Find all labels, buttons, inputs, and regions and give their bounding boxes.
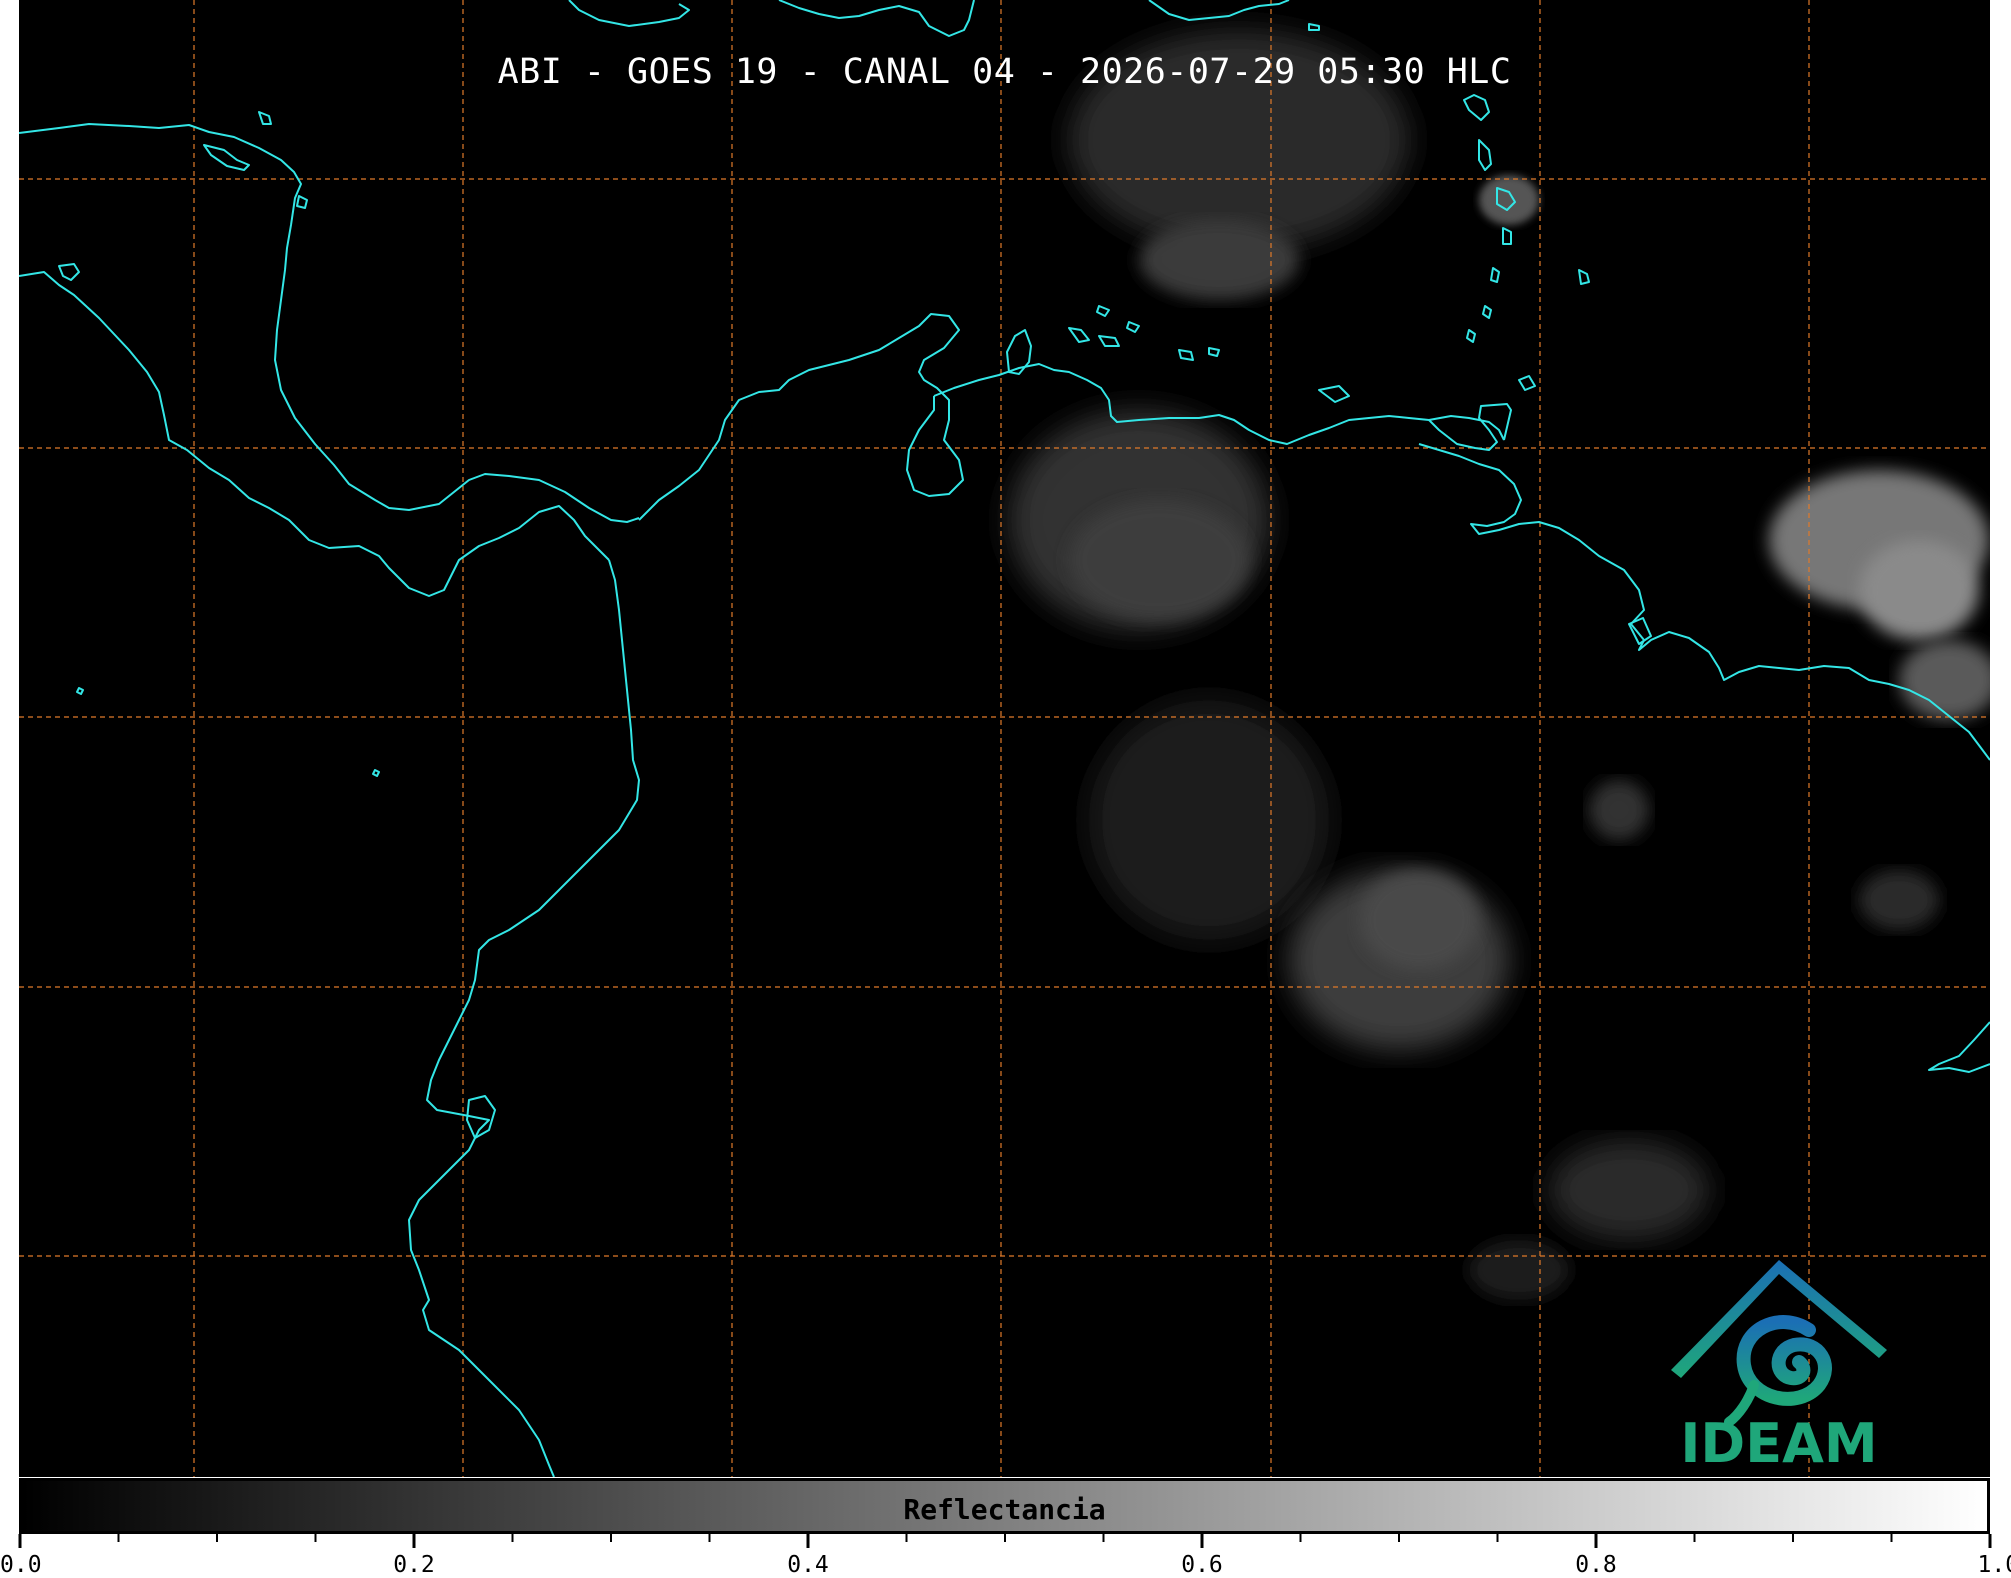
satellite-map: ABI - GOES 19 - CANAL 04 - 2026-07-29 05… — [19, 0, 1990, 1477]
ideam-logo-icon — [1671, 1260, 1887, 1427]
colorbar-tick-label: 0.0 — [0, 1552, 42, 1578]
colorbar-tick-label: 0.2 — [393, 1552, 435, 1578]
colorbar-tick-label: 0.4 — [787, 1552, 829, 1578]
cloud-layer — [1009, 30, 1990, 1300]
colorbar-tick-label: 0.8 — [1575, 1552, 1617, 1578]
colorbar-tick-label: 0.6 — [1181, 1552, 1223, 1578]
ideam-logo: IDEAM — [1659, 1250, 1899, 1475]
logo-text: IDEAM — [1680, 1412, 1878, 1475]
colorbar-tick-label: 1.0 — [1977, 1552, 2011, 1578]
colorbar: Reflectancia — [19, 1478, 1990, 1534]
colorbar-label: Reflectancia — [903, 1493, 1106, 1526]
map-title: ABI - GOES 19 - CANAL 04 - 2026-07-29 05… — [497, 52, 1512, 92]
